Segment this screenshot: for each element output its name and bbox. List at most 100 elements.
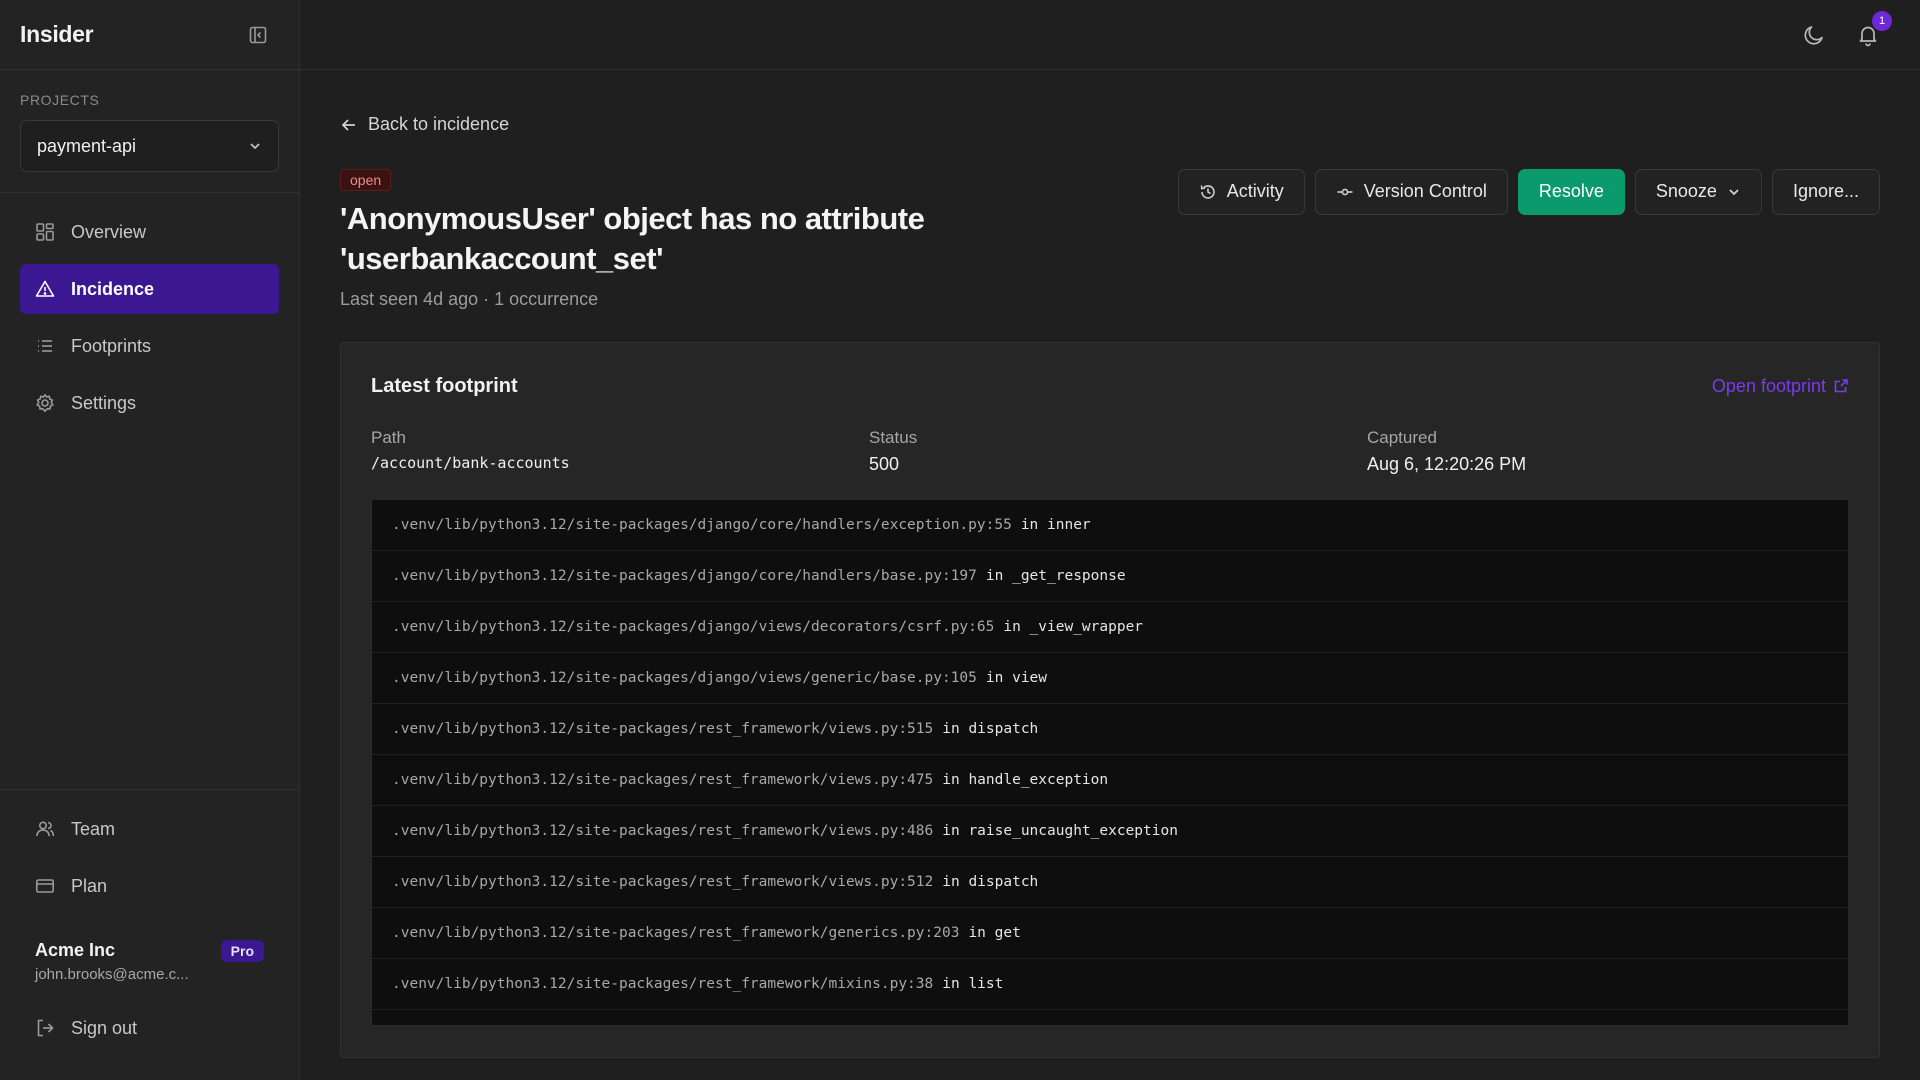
frame-file: .venv/lib/python3.12/site-packages/rest_…: [392, 822, 934, 839]
sidebar-item-incidence[interactable]: Incidence: [20, 264, 279, 314]
moon-icon: [1804, 25, 1823, 44]
incident-heading: open 'AnonymousUser' object has no attri…: [340, 168, 940, 310]
projects-label: PROJECTS: [20, 92, 100, 108]
project-select[interactable]: payment-api: [20, 120, 279, 172]
history-icon: [1200, 184, 1215, 199]
back-to-incidence-link[interactable]: Back to incidence: [340, 114, 509, 135]
sidebar-bottom: Team Plan Acme Inc john.brooks@acme.c...…: [0, 789, 299, 1080]
ignore-label: Ignore...: [1792, 181, 1859, 201]
notifications-button[interactable]: 1: [1854, 10, 1892, 49]
arrow-left-icon: [341, 118, 355, 131]
sidebar-item-overview[interactable]: Overview: [20, 207, 279, 257]
frame-function: in handle_exception: [942, 771, 1109, 788]
stack-frame[interactable]: .venv/lib/python3.12/site-packages/rest_…: [372, 704, 1848, 755]
back-link-label: Back to incidence: [368, 114, 510, 134]
frame-function: in dispatch: [942, 873, 1039, 890]
frame-function: in inner: [1020, 516, 1091, 533]
activity-button[interactable]: Activity: [1177, 168, 1305, 215]
status-value: 500: [869, 453, 900, 474]
frame-file: .venv/lib/python3.12/site-packages/djang…: [392, 516, 1012, 533]
sidebar-item-label: Settings: [71, 392, 137, 413]
version-control-label: Version Control: [1363, 181, 1487, 201]
status-label: Status: [869, 427, 918, 447]
frame-function: in _view_wrapper: [1003, 618, 1144, 635]
sign-out-button[interactable]: Sign out: [20, 1003, 279, 1053]
panel-title: Latest footprint: [371, 374, 518, 397]
stack-frame[interactable]: .venv/lib/python3.12/site-packages/djang…: [372, 653, 1848, 704]
frame-file: .venv/lib/python3.12/site-packages/rest_…: [392, 873, 934, 890]
ignore-button[interactable]: Ignore...: [1771, 168, 1880, 215]
git-commit-icon: [1337, 188, 1353, 195]
snooze-label: Snooze: [1655, 181, 1717, 201]
account-card[interactable]: Acme Inc john.brooks@acme.c... Pro: [20, 918, 279, 1003]
meta-captured: Captured Aug 6, 12:20:26 PM: [1367, 428, 1849, 475]
path-value: /account/bank-accounts: [371, 453, 570, 472]
projects-section: PROJECTS payment-api: [0, 70, 299, 193]
sidebar-item-footprints[interactable]: Footprints: [20, 321, 279, 371]
account-email: john.brooks@acme.c...: [35, 966, 189, 983]
frame-file: .venv/lib/python3.12/site-packages/rest_…: [392, 975, 934, 992]
stack-frame[interactable]: .venv/lib/python3.12/site-packages/rest_…: [372, 908, 1848, 959]
status-badge: open: [340, 168, 392, 191]
external-link-icon: [1834, 379, 1848, 393]
chevron-down-icon: [250, 143, 260, 150]
main-area: 1 Back to incidence open 'AnonymousUser'…: [300, 0, 1920, 1080]
frame-file: .venv/lib/python3.12/site-packages/djang…: [392, 669, 977, 686]
sidebar-collapse-icon[interactable]: [247, 24, 269, 46]
open-footprint-label: Open footprint: [1711, 375, 1826, 396]
frame-function: in raise_uncaught_exception: [942, 822, 1178, 839]
sidebar-nav: Overview Incidence Footprints Settings: [0, 193, 299, 789]
resolve-label: Resolve: [1538, 181, 1604, 201]
incident-subtitle: Last seen 4d ago · 1 occurrence: [340, 288, 599, 309]
frame-function: in dispatch: [942, 720, 1039, 737]
notification-count-badge: 1: [1872, 10, 1892, 31]
stack-frame[interactable]: .venv/lib/python3.12/site-packages/rest_…: [372, 857, 1848, 908]
frame-function: in _get_response: [985, 567, 1126, 584]
panel-header: Latest footprint Open footprint: [371, 375, 1849, 398]
stack-frame[interactable]: .venv/lib/python3.12/site-packages/djang…: [372, 551, 1848, 602]
sidebar-header: Insider: [0, 0, 299, 70]
path-label: Path: [371, 427, 406, 447]
sidebar-item-team[interactable]: Team: [20, 804, 279, 854]
latest-footprint-panel: Latest footprint Open footprint Path /ac…: [340, 341, 1880, 1058]
frame-file: .venv/lib/python3.12/site-packages/djang…: [392, 567, 977, 584]
topbar: 1: [300, 0, 1920, 70]
sidebar-item-settings[interactable]: Settings: [20, 378, 279, 428]
incident-header: open 'AnonymousUser' object has no attri…: [340, 168, 1880, 310]
frame-function: in view: [985, 669, 1048, 686]
sidebar-item-label: Incidence: [71, 278, 155, 299]
captured-label: Captured: [1367, 427, 1437, 447]
page-content: Back to incidence open 'AnonymousUser' o…: [300, 70, 1920, 1058]
sign-out-label: Sign out: [71, 1017, 138, 1038]
footprint-meta: Path /account/bank-accounts Status 500 C…: [371, 428, 1849, 475]
resolve-button[interactable]: Resolve: [1517, 168, 1625, 215]
frame-file: .venv/lib/python3.12/site-packages/rest_…: [392, 924, 960, 941]
stack-frame[interactable]: .venv/lib/python3.12/site-packages/rest_…: [372, 806, 1848, 857]
users-icon: [36, 821, 55, 837]
stack-frame[interactable]: .venv/lib/python3.12/site-packages/rest_…: [372, 755, 1848, 806]
snooze-button[interactable]: Snooze: [1634, 168, 1762, 215]
stack-trace: .venv/lib/python3.12/site-packages/djang…: [371, 498, 1849, 1026]
sidebar-item-plan[interactable]: Plan: [20, 861, 279, 911]
meta-path: Path /account/bank-accounts: [371, 428, 869, 475]
app-logo: Insider: [20, 21, 94, 47]
project-select-value: payment-api: [37, 135, 137, 156]
stack-frame[interactable]: .venv/lib/python3.12/site-packages/djang…: [372, 602, 1848, 653]
activity-label: Activity: [1226, 181, 1284, 201]
incident-actions: Activity Version Control Resolve Snooze: [1177, 168, 1880, 310]
version-control-button[interactable]: Version Control: [1314, 168, 1508, 215]
stack-frame[interactable]: .venv/lib/python3.12/site-packages/djang…: [372, 500, 1848, 551]
frame-function: in list: [942, 975, 1004, 992]
list-icon: [38, 340, 52, 352]
logout-icon: [37, 1019, 54, 1037]
theme-toggle-button[interactable]: [1800, 21, 1828, 49]
app-root: Insider PROJECTS payment-api Overview In…: [0, 0, 1920, 1080]
captured-value: Aug 6, 12:20:26 PM: [1367, 453, 1527, 474]
open-footprint-link[interactable]: Open footprint: [1712, 376, 1849, 397]
page-title: 'AnonymousUser' object has no attribute …: [340, 200, 925, 276]
sidebar-item-label: Overview: [71, 221, 147, 242]
frame-file: .venv/lib/python3.12/site-packages/rest_…: [392, 771, 934, 788]
chevron-down-icon: [1729, 188, 1739, 195]
sidebar: Insider PROJECTS payment-api Overview In…: [0, 0, 300, 1080]
stack-frame[interactable]: .venv/lib/python3.12/site-packages/rest_…: [372, 959, 1848, 1010]
